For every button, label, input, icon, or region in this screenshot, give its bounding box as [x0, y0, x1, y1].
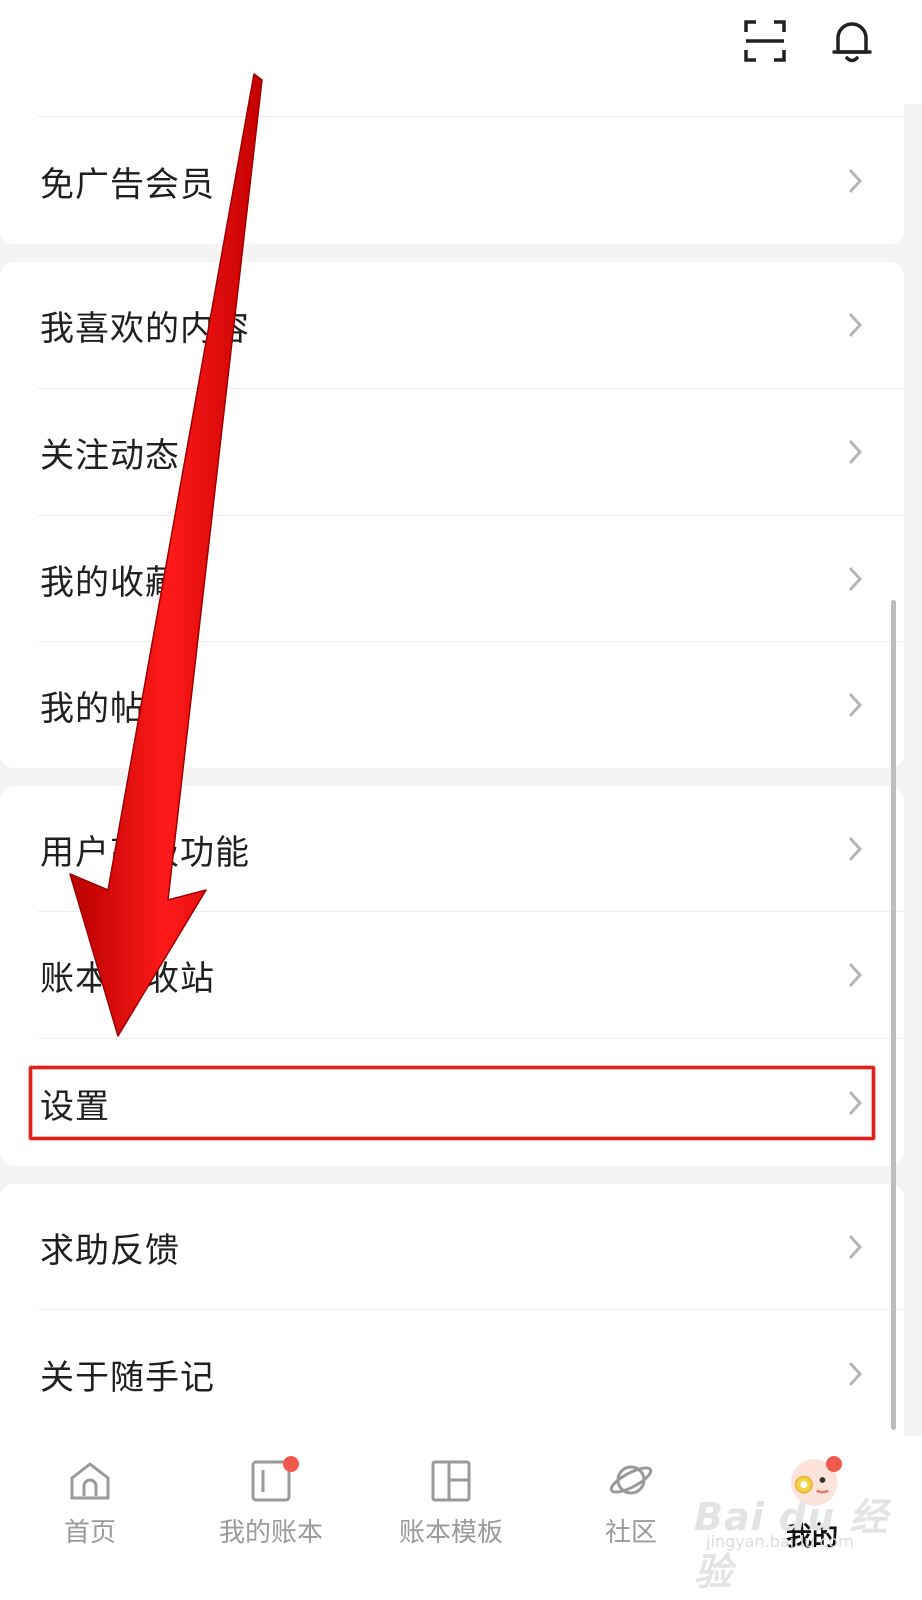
- menu-item-label: 我的帖子: [40, 688, 180, 729]
- chevron-right-icon: [848, 962, 863, 988]
- divider: [38, 116, 904, 117]
- menu-item-advanced-features[interactable]: 用户高级功能: [0, 786, 904, 912]
- menu-item-my-posts[interactable]: 我的帖子: [0, 642, 904, 768]
- chevron-right-icon: [848, 1234, 863, 1260]
- nav-label: 首页: [63, 1518, 116, 1548]
- chevron-right-icon: [848, 312, 863, 338]
- settings-highlight-box: [29, 1066, 875, 1140]
- menu-item-label: 用户高级功能: [40, 832, 250, 873]
- divider: [38, 1309, 904, 1310]
- menu-item-label: 免广告会员: [40, 164, 215, 205]
- menu-item-ad-free[interactable]: 免广告会员: [0, 118, 904, 244]
- chevron-right-icon: [848, 439, 863, 465]
- scan-icon[interactable]: [742, 18, 788, 64]
- chevron-right-icon: [848, 1361, 863, 1387]
- menu-item-recycle-bin[interactable]: 账本回收站: [0, 912, 904, 1038]
- menu-item-following-feed[interactable]: 关注动态: [0, 389, 904, 515]
- nav-label: 我的账本: [218, 1518, 323, 1548]
- template-icon: [431, 1460, 471, 1502]
- top-bar: [0, 0, 922, 104]
- bottom-nav: 首页 我的账本 账本模板 社区 我的 Bai du 经验 jingyan.bai…: [0, 1436, 922, 1600]
- menu-card-4: 求助反馈 关于随手记: [0, 1184, 904, 1446]
- menu-item-label: 关注动态: [40, 435, 180, 476]
- planet-icon: [609, 1465, 653, 1495]
- menu-item-label: 求助反馈: [40, 1230, 180, 1271]
- nav-home[interactable]: 首页: [0, 1436, 180, 1600]
- menu-item-label: 账本回收站: [40, 958, 215, 999]
- notification-badge: [283, 1456, 299, 1472]
- bell-icon[interactable]: [829, 18, 875, 64]
- chevron-right-icon: [848, 836, 863, 862]
- nav-my-ledger[interactable]: 我的账本: [181, 1436, 361, 1600]
- notification-badge: [826, 1456, 842, 1472]
- home-icon: [70, 1462, 110, 1500]
- menu-item-liked-content[interactable]: 我喜欢的内容: [0, 262, 904, 388]
- menu-item-help-feedback[interactable]: 求助反馈: [0, 1184, 904, 1310]
- nav-ledger-templates[interactable]: 账本模板: [361, 1436, 541, 1600]
- menu-item-favorites[interactable]: 我的收藏: [0, 516, 904, 642]
- chevron-right-icon: [848, 566, 863, 592]
- menu-card-2: 我喜欢的内容 关注动态 我的收藏 我的帖子: [0, 262, 904, 768]
- menu-item-label: 我喜欢的内容: [40, 308, 250, 349]
- menu-item-label: 我的收藏: [40, 562, 180, 603]
- divider: [38, 1038, 904, 1039]
- menu-item-label: 关于随手记: [40, 1357, 215, 1398]
- chevron-right-icon: [848, 168, 863, 194]
- scrollbar[interactable]: [891, 600, 896, 1430]
- menu-item-about[interactable]: 关于随手记: [0, 1311, 904, 1437]
- nav-label: 账本模板: [398, 1518, 503, 1548]
- menu-card-1: 免广告会员: [0, 104, 904, 244]
- watermark-url: jingyan.baidu.com: [706, 1532, 854, 1551]
- chevron-right-icon: [848, 692, 863, 718]
